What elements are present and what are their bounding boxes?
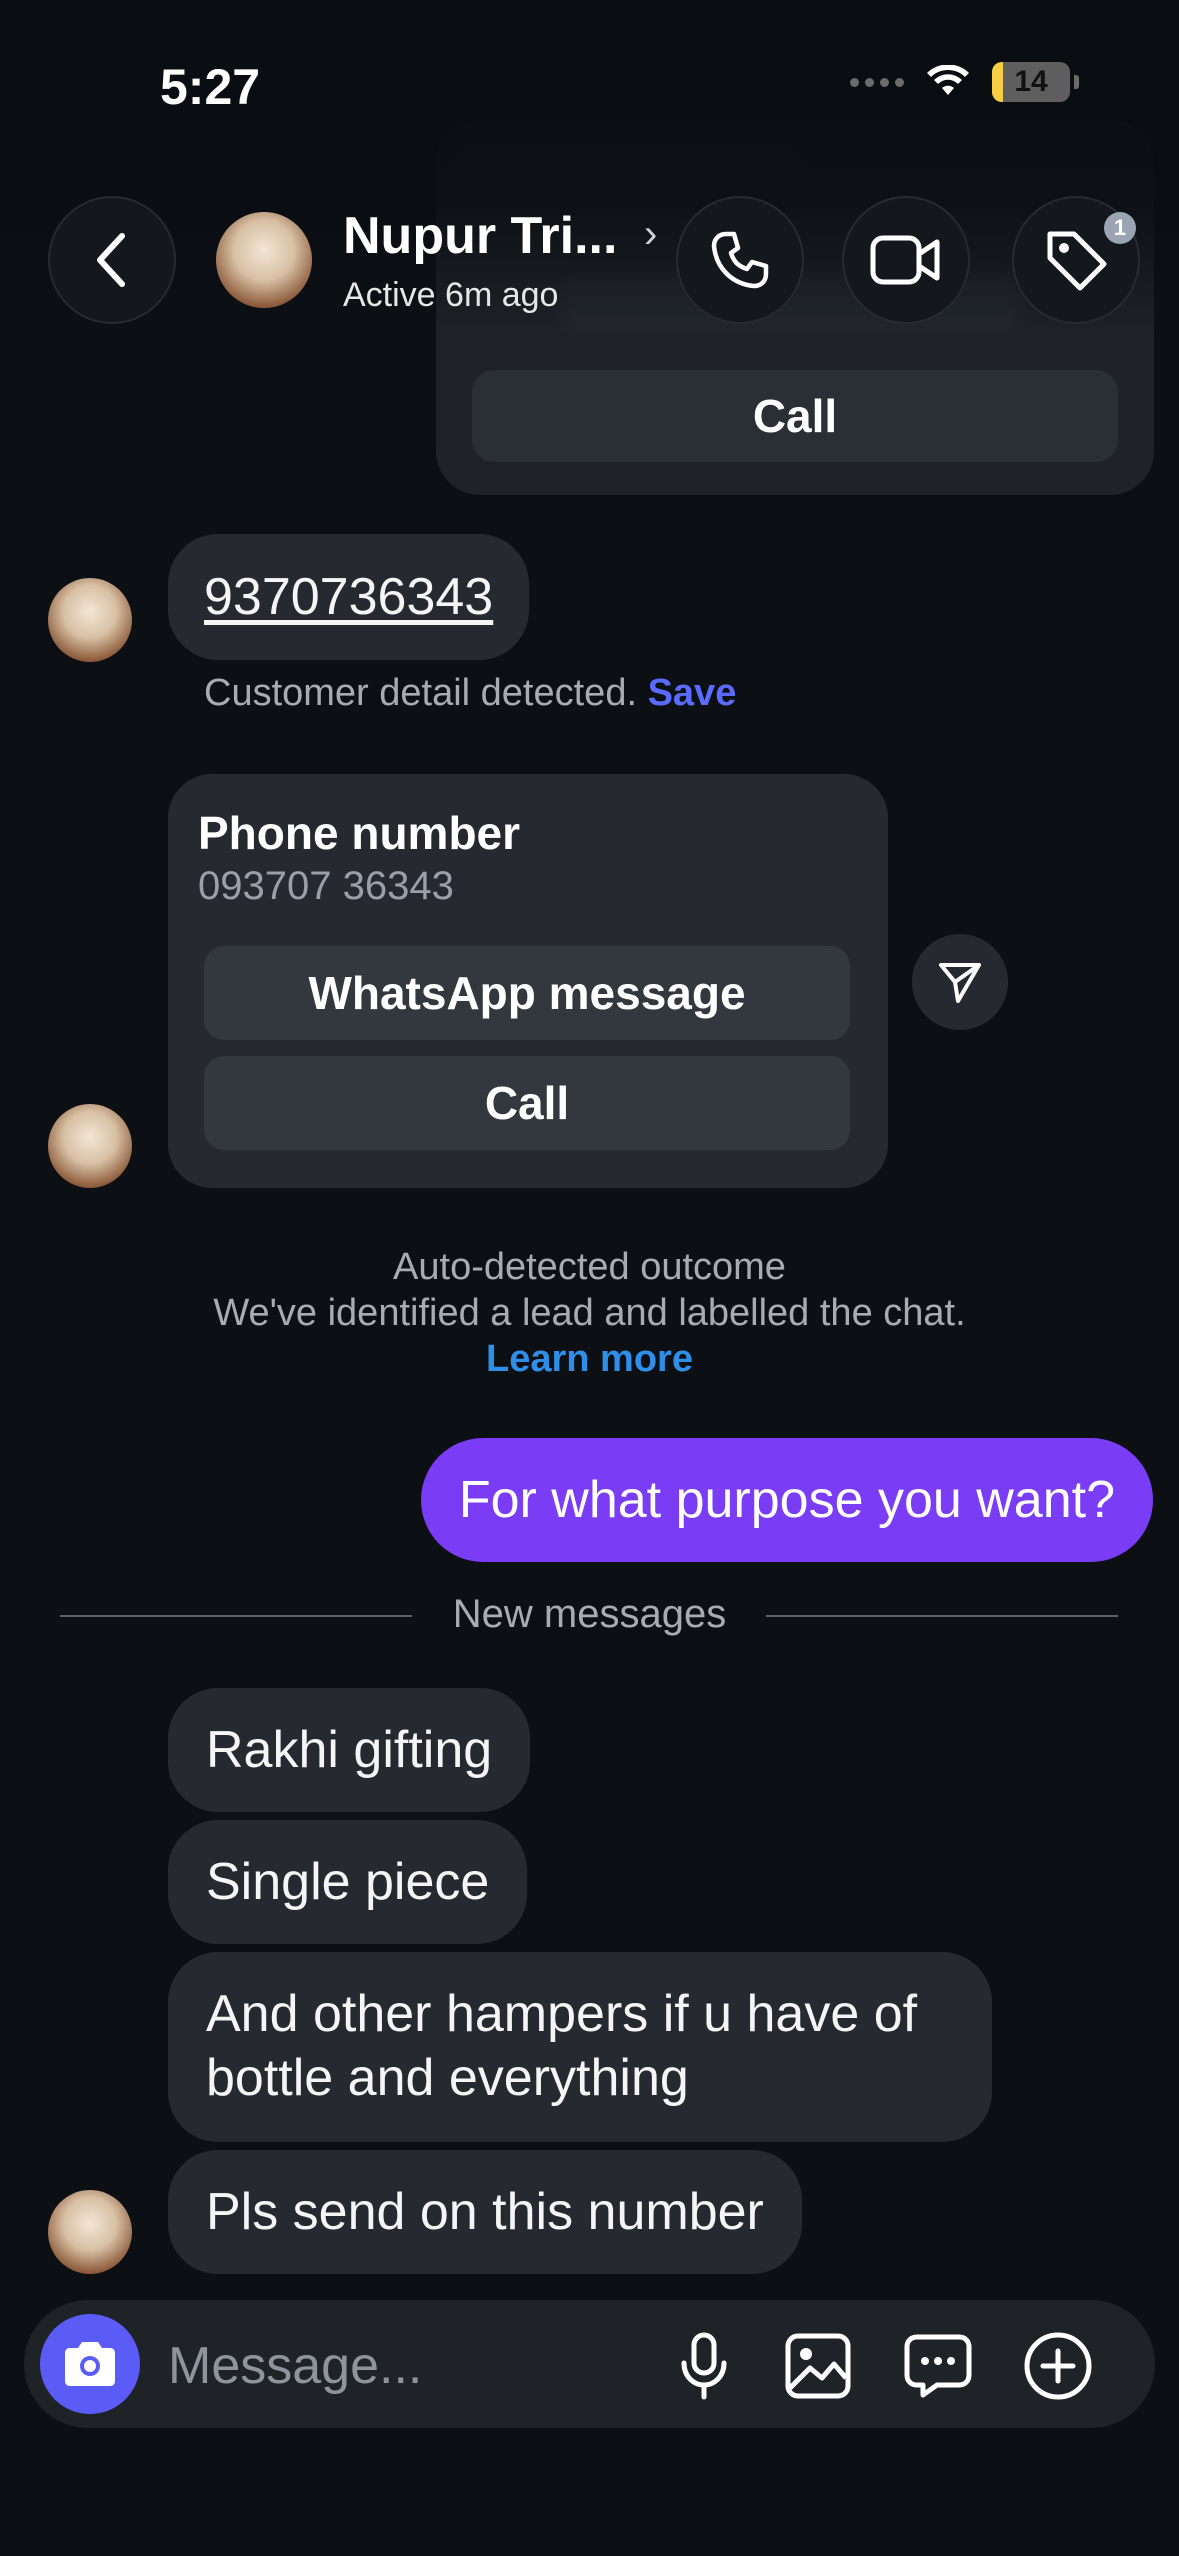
outcome-body: We've identified a lead and labelled the… [213,1292,966,1334]
tag-icon [1047,231,1107,291]
divider-line [766,1615,1118,1617]
incoming-message[interactable]: Rakhi gifting [168,1688,531,1812]
gallery-icon [785,2333,851,2399]
contact-name[interactable]: Nupur Tri... [343,206,617,266]
back-button[interactable] [48,196,176,324]
contact-status: Active 6m ago [343,276,559,314]
sender-avatar[interactable] [48,2190,132,2274]
camera-icon [65,2342,115,2386]
back-icon [97,233,125,287]
previous-call-button[interactable]: Call [472,370,1118,462]
outgoing-message[interactable]: For what purpose you want? [420,1438,1153,1562]
battery-icon: 14 [992,62,1070,102]
battery-level: 14 [1014,65,1048,98]
voice-call-button[interactable] [676,196,804,324]
customer-detail-notice: Customer detail detected. Save [204,672,736,715]
gallery-button[interactable] [782,2330,854,2402]
phone-card-number: 093707 36343 [198,864,454,908]
mic-icon [681,2332,727,2400]
incoming-message[interactable]: And other hampers if u have of bottle an… [168,1952,992,2142]
camera-button[interactable] [40,2314,140,2414]
plus-icon [1024,2332,1092,2400]
whatsapp-message-button[interactable]: WhatsApp message [204,946,850,1040]
sender-avatar[interactable] [48,578,132,662]
microphone-button[interactable] [668,2330,740,2402]
save-link[interactable]: Save [648,672,737,714]
header-backdrop [0,0,1179,340]
message-input[interactable] [168,2334,648,2398]
share-button[interactable] [912,934,1008,1030]
chevron-right-icon[interactable]: › [644,212,657,257]
phone-card-title: Phone number [198,807,521,859]
video-icon [870,235,940,285]
send-icon [939,963,981,1003]
learn-more-link[interactable]: Learn more [0,1338,1179,1381]
video-call-button[interactable] [842,196,970,324]
incoming-message[interactable]: Pls send on this number [168,2150,802,2274]
battery-tip [1074,75,1079,89]
sender-avatar[interactable] [48,1104,132,1188]
sticker-chat-icon [904,2334,972,2398]
wifi-icon [927,65,969,95]
add-button[interactable] [1022,2330,1094,2402]
status-icons: 14 [850,62,1079,102]
label-tag-button[interactable]: 1 [1012,196,1140,324]
sticker-chat-button[interactable] [902,2330,974,2402]
phone-icon [711,231,769,289]
phone-number-message[interactable]: 9370736343 [168,534,530,660]
status-time: 5:27 [160,59,261,115]
outcome-title: Auto-detected outcome [393,1246,786,1288]
cellular-signal-icon [850,77,904,87]
phone-number-link[interactable]: 9370736343 [204,567,493,627]
detected-text: Customer detail detected. [204,672,638,714]
incoming-message[interactable]: Single piece [168,1820,528,1944]
call-button[interactable]: Call [204,1056,850,1150]
tag-count-badge: 1 [1104,212,1136,244]
contact-avatar[interactable] [216,212,312,308]
